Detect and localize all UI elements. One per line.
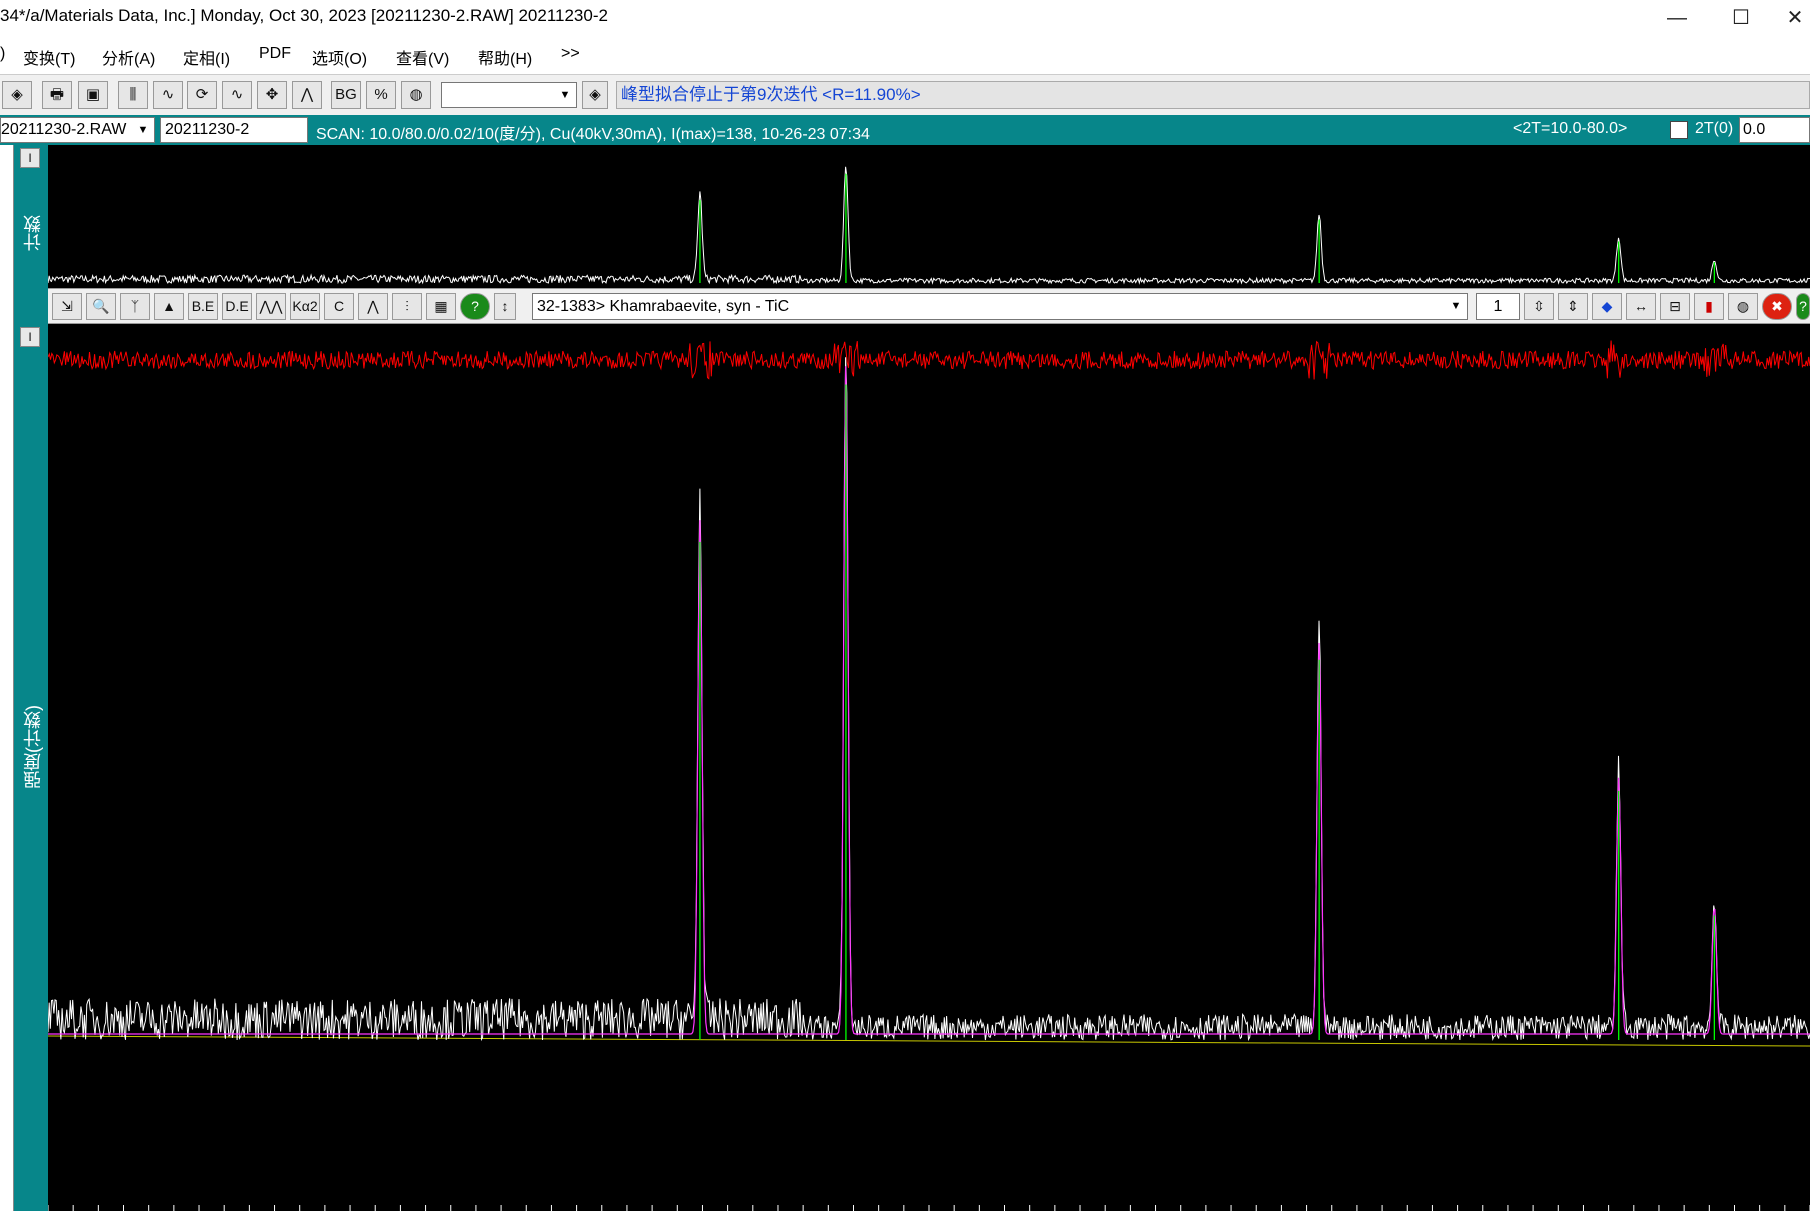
grid-icon[interactable]: ▦	[426, 293, 456, 320]
fill-peaks-icon[interactable]: ▲	[154, 293, 184, 320]
title-bar: 34*/a/Materials Data, Inc.] Monday, Oct …	[0, 0, 1810, 36]
fit-profile-curve	[48, 366, 1810, 1035]
main-toolbar: ◈ 🖶 ▣ ⫼ ∿ ⟳ ∿ ✥ ⋀ BG % ◍ ▼ ◈ 峰型拟合停止于第9次迭…	[0, 74, 1810, 116]
minimize-button[interactable]: —	[1654, 4, 1700, 32]
zoom-select-icon[interactable]: ⇲	[52, 293, 82, 320]
main-y-axis-label: 强度(计数)	[23, 705, 43, 789]
ka2-icon[interactable]: Kα2	[290, 293, 320, 320]
scan-parameters: SCAN: 10.0/80.0/0.02/10(度/分), Cu(40kV,30…	[316, 126, 870, 143]
menu-item-file[interactable]: )	[0, 45, 5, 63]
main-pattern-plot[interactable]	[48, 324, 1810, 1211]
help-icon[interactable]: ?	[460, 293, 490, 320]
sample-name-field[interactable]: 20211230-2	[160, 117, 308, 143]
be-icon[interactable]: B.E	[188, 293, 218, 320]
phase-number-field[interactable]: 1	[1476, 293, 1520, 320]
overview-pattern-plot[interactable]	[48, 145, 1810, 288]
fit-status-text: 峰型拟合停止于第9次迭代 <R=11.90%>	[616, 81, 1810, 109]
chevron-down-icon: ▼	[137, 124, 149, 136]
profile-icon[interactable]: ⋀⋀	[256, 293, 286, 320]
calibrate-icon[interactable]: C	[324, 293, 354, 320]
menu-item-transform[interactable]: 变换(T)	[23, 45, 75, 69]
main-collapse-button[interactable]: ǀ	[20, 327, 40, 347]
globe-icon[interactable]: ◍	[1728, 293, 1758, 320]
window-title: 34*/a/Materials Data, Inc.] Monday, Oct …	[0, 6, 608, 25]
phase-select[interactable]: 32-1383> Khamrabaevite, syn - TiC ▼	[532, 293, 1468, 320]
menu-item-analyze[interactable]: 分析(A)	[102, 45, 155, 69]
main-pattern-svg	[48, 340, 1810, 1211]
background-icon[interactable]: BG	[331, 81, 361, 109]
diamond-icon[interactable]: ◆	[1592, 293, 1622, 320]
delete-icon[interactable]: ✖	[1762, 293, 1792, 320]
menu-item-identify[interactable]: 定相(I)	[183, 45, 230, 69]
de-icon[interactable]: D.E	[222, 293, 252, 320]
file-select[interactable]: 20211230-2.RAW ▼	[0, 117, 155, 143]
menu-item-options[interactable]: 选项(O)	[312, 45, 367, 69]
move-horizontal-icon[interactable]: ↔	[1626, 293, 1656, 320]
overview-pattern-svg	[48, 166, 1810, 285]
magnify-icon[interactable]: 🔍	[86, 293, 116, 320]
two-theta-label: 2T(0)	[1695, 120, 1734, 137]
help-icon[interactable]: ?	[1796, 293, 1810, 320]
chevron-down-icon: ▼	[1450, 300, 1462, 312]
close-button[interactable]: ✕	[1772, 4, 1810, 32]
move-vertical-icon[interactable]: ⇕	[1558, 293, 1588, 320]
scale-bars-icon[interactable]: ⫶	[392, 293, 422, 320]
raw-pattern-curve	[48, 357, 1810, 1042]
two-theta-field[interactable]: 0.0	[1739, 117, 1810, 143]
left-panel-edge	[0, 145, 14, 1211]
print-icon[interactable]: 🖶	[42, 81, 72, 109]
menu-item-help[interactable]: 帮助(H)	[478, 45, 532, 69]
smooth-icon[interactable]: ∿	[222, 81, 252, 109]
spectrum-icon[interactable]: ∿	[153, 81, 183, 109]
globe-icon[interactable]: ◍	[401, 81, 431, 109]
peaks-icon[interactable]: ⋀	[292, 81, 322, 109]
two-theta-range: <2T=10.0-80.0>	[1513, 120, 1628, 137]
difference-curve	[48, 340, 1810, 380]
raw-pattern-curve	[48, 166, 1810, 285]
spin-icon[interactable]: ⇳	[1524, 293, 1554, 320]
y-axis-strip: ǀ 计数 ǀ 强度(计数)	[14, 145, 48, 1211]
menu-bar: ) 变换(T) 分析(A) 定相(I) PDF 选项(O) 查看(V) 帮助(H…	[0, 36, 1810, 72]
percent-icon[interactable]: %	[366, 81, 396, 109]
rotate-icon[interactable]: ⟳	[187, 81, 217, 109]
peak-shift-icon[interactable]: ⋀	[358, 293, 388, 320]
menu-item-view[interactable]: 查看(V)	[396, 45, 449, 69]
peak-marker-icon[interactable]: ᛉ	[120, 293, 150, 320]
two-theta-checkbox[interactable]	[1670, 121, 1688, 139]
scan-info-bar: 20211230-2.RAW ▼ 20211230-2 SCAN: 10.0/8…	[0, 115, 1810, 145]
menu-item-more[interactable]: >>	[561, 45, 580, 63]
ruby-icon[interactable]: ◈	[582, 81, 608, 109]
overview-collapse-button[interactable]: ǀ	[20, 148, 40, 168]
bar-chart-icon[interactable]: ▮	[1694, 293, 1724, 320]
maximize-button[interactable]: ☐	[1718, 4, 1764, 32]
bar-peaks-icon[interactable]: ⫼	[118, 81, 148, 109]
chevron-down-icon: ▼	[559, 89, 571, 101]
file-select-value: 20211230-2.RAW	[1, 121, 127, 138]
updown-icon[interactable]: ↕	[494, 293, 516, 320]
shift-icon[interactable]: ✥	[257, 81, 287, 109]
phase-toolbar: ⇲ 🔍 ᛉ ▲ B.E D.E ⋀⋀ Kα2 C ⋀ ⫶ ▦ ? ↕ 32-13…	[48, 288, 1810, 324]
eraser-icon[interactable]: ◈	[2, 81, 32, 109]
pin-icon[interactable]: ⊟	[1660, 293, 1690, 320]
menu-item-pdf[interactable]: PDF	[259, 45, 291, 63]
phase-select-value: 32-1383> Khamrabaevite, syn - TiC	[537, 298, 790, 315]
save-icon[interactable]: ▣	[78, 81, 108, 109]
toolbar-combo[interactable]: ▼	[441, 82, 577, 108]
overview-y-axis-label: 计数	[23, 215, 43, 251]
